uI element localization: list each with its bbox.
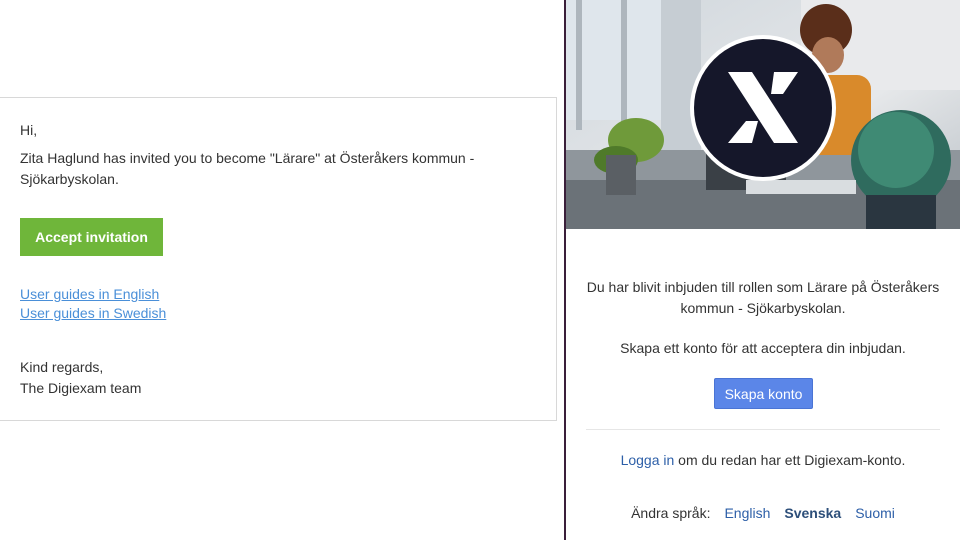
create-account-message: Skapa ett konto för att acceptera din in… <box>620 340 906 356</box>
login-suffix-text: om du redan har ett Digiexam-konto. <box>674 452 906 468</box>
language-english[interactable]: English <box>724 505 770 521</box>
language-selector: Ändra språk: English Svenska Suomi <box>566 505 960 521</box>
create-account-button[interactable]: Skapa konto <box>714 378 813 409</box>
language-svenska[interactable]: Svenska <box>784 505 841 521</box>
email-card: Hi, Zita Haglund has invited you to beco… <box>0 97 557 421</box>
login-link[interactable]: Logga in <box>621 452 675 468</box>
email-greeting: Hi, <box>20 122 38 138</box>
user-guides-swedish-link[interactable]: User guides in Swedish <box>20 305 166 321</box>
email-invite-message: Zita Haglund has invited you to become "… <box>20 150 475 187</box>
language-suomi[interactable]: Suomi <box>855 505 895 521</box>
user-guides-english-link[interactable]: User guides in English <box>20 286 159 302</box>
digiexam-x-logo-icon <box>690 35 836 181</box>
signup-invite-message: Du har blivit inbjuden till rollen som L… <box>586 279 940 316</box>
email-signature: The Digiexam team <box>20 380 142 396</box>
signup-panel: Du har blivit inbjuden till rollen som L… <box>566 0 960 540</box>
accept-invitation-button[interactable]: Accept invitation <box>20 218 163 256</box>
signup-separator <box>586 429 940 430</box>
language-label: Ändra språk: <box>631 505 711 521</box>
email-regards: Kind regards, <box>20 359 104 375</box>
login-line: Logga in om du redan har ett Digiexam-ko… <box>566 450 960 471</box>
